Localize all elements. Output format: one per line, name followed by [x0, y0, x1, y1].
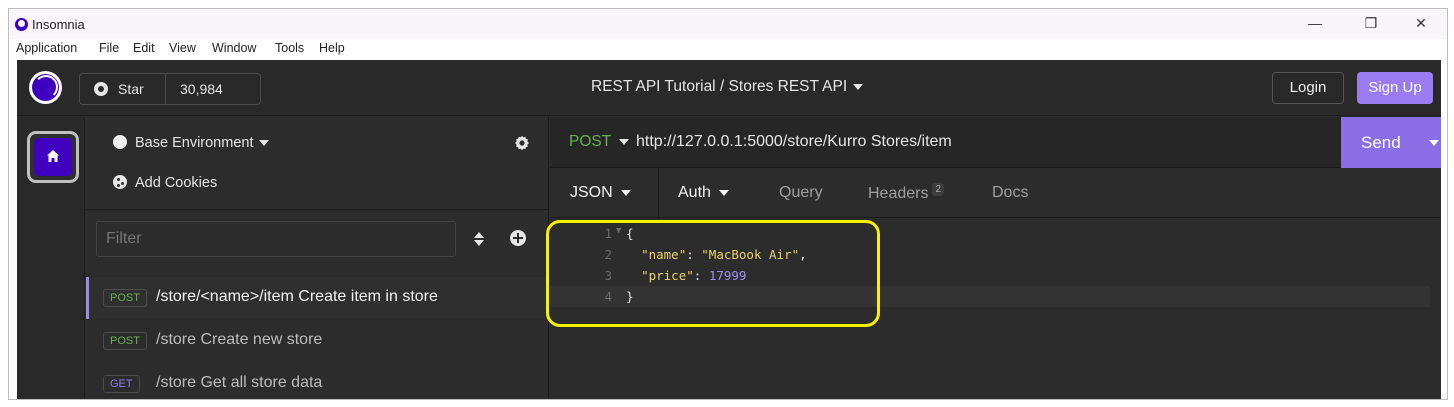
tab-docs[interactable]: Docs: [992, 184, 1028, 202]
menu-application[interactable]: Application: [16, 41, 77, 55]
annotation-highlight: [546, 220, 880, 327]
sidebar-divider: [86, 209, 548, 210]
request-item-get-stores[interactable]: GET /store Get all store data: [86, 363, 549, 399]
chevron-down-icon: [259, 140, 270, 147]
star-count[interactable]: 30,984: [180, 81, 223, 97]
chevron-down-icon[interactable]: [1429, 140, 1439, 146]
menu-tools[interactable]: Tools: [275, 41, 304, 55]
project-breadcrumb[interactable]: REST API Tutorial / Stores REST API: [591, 78, 864, 96]
menu-edit[interactable]: Edit: [133, 41, 155, 55]
chevron-down-icon: [620, 189, 631, 196]
tab-json[interactable]: JSON: [570, 184, 631, 202]
maximize-icon[interactable]: ❐: [1361, 15, 1381, 32]
tab-auth-label: Auth: [678, 184, 711, 201]
method-badge: GET: [103, 375, 140, 393]
window-title: Insomnia: [32, 17, 85, 32]
insomnia-app-icon: [15, 18, 28, 31]
add-request-icon[interactable]: [510, 230, 526, 246]
menu-bar: Application File Edit View Window Tools …: [9, 39, 1447, 59]
home-icon: [47, 150, 59, 162]
github-icon: [94, 82, 108, 96]
minimize-icon[interactable]: —: [1305, 15, 1325, 31]
add-cookies-button[interactable]: Add Cookies: [113, 175, 217, 191]
menu-help[interactable]: Help: [319, 41, 345, 55]
insomnia-logo-icon[interactable]: [29, 71, 62, 104]
chevron-down-icon: [718, 189, 729, 196]
send-button[interactable]: Send: [1341, 117, 1441, 168]
environment-selector[interactable]: Base Environment: [113, 135, 270, 151]
signup-button[interactable]: Sign Up: [1357, 72, 1433, 104]
tab-auth[interactable]: Auth: [678, 184, 729, 202]
cookie-icon: [113, 175, 127, 189]
home-button-fill: [34, 138, 72, 176]
close-icon[interactable]: ✕: [1411, 15, 1431, 32]
sidebar: Base Environment Add Cookies POST /store…: [86, 117, 549, 399]
star-label: Star: [118, 81, 144, 97]
method-badge: POST: [103, 289, 147, 307]
top-bar: Star 30,984 REST API Tutorial / Stores R…: [17, 60, 1441, 116]
menu-view[interactable]: View: [169, 41, 196, 55]
login-button[interactable]: Login: [1272, 72, 1344, 104]
tab-json-label: JSON: [570, 184, 613, 201]
environment-label: Base Environment: [135, 135, 254, 151]
method-select[interactable]: POST: [569, 133, 630, 151]
request-label: /store Create new store: [156, 331, 323, 348]
github-star-button[interactable]: Star: [80, 74, 166, 104]
headers-count-badge: 2: [932, 183, 945, 196]
filter-input[interactable]: [96, 221, 456, 257]
chevron-down-icon: [619, 138, 630, 145]
add-cookies-label: Add Cookies: [135, 175, 218, 191]
breadcrumb-text: REST API Tutorial / Stores REST API: [591, 78, 848, 95]
request-tabs: JSON Auth Query Headers 2 Docs: [550, 168, 1441, 218]
title-bar: Insomnia — ❐ ✕: [9, 9, 1447, 39]
tab-headers[interactable]: Headers 2: [868, 183, 945, 203]
menu-window[interactable]: Window: [212, 41, 256, 55]
tab-divider: [658, 168, 659, 218]
menu-file[interactable]: File: [99, 41, 119, 55]
sort-icon[interactable]: [474, 232, 484, 246]
gear-icon[interactable]: [514, 135, 530, 151]
chevron-down-icon: [853, 83, 864, 90]
send-label: Send: [1361, 133, 1401, 152]
request-item-create-item[interactable]: POST /store/<name>/item Create item in s…: [86, 277, 549, 319]
tab-headers-label: Headers: [868, 185, 929, 202]
github-star-group: Star 30,984: [79, 73, 261, 105]
method-label: POST: [569, 133, 612, 150]
url-bar: POST http://127.0.0.1:5000/store/Kurro S…: [550, 117, 1441, 168]
environment-dot-icon: [113, 135, 127, 149]
request-label: /store/<name>/item Create item in store: [156, 288, 438, 305]
home-button[interactable]: [27, 131, 79, 183]
app-window: Insomnia — ❐ ✕ Application File Edit Vie…: [8, 8, 1448, 400]
method-badge: POST: [103, 332, 147, 350]
request-item-create-store[interactable]: POST /store Create new store: [86, 320, 549, 362]
tab-query[interactable]: Query: [779, 184, 823, 202]
left-rail: [17, 117, 85, 399]
url-input[interactable]: http://127.0.0.1:5000/store/Kurro Stores…: [636, 133, 952, 151]
request-label: /store Get all store data: [156, 374, 323, 391]
